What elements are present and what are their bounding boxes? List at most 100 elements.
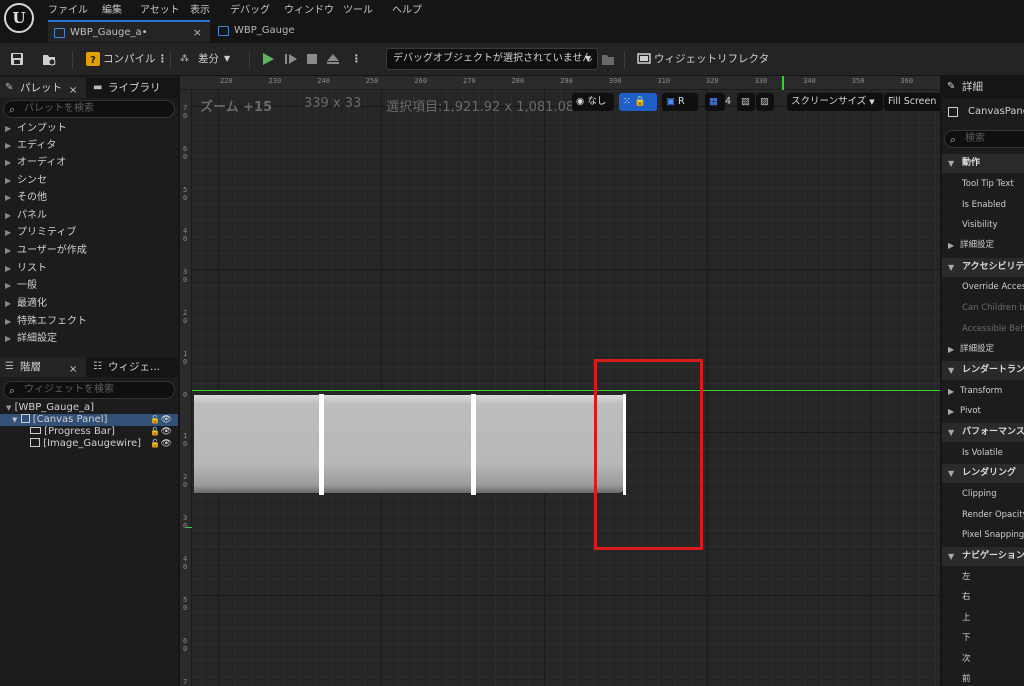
tab-hierarchy[interactable]: ☰ 階層 × bbox=[0, 357, 86, 377]
progress-bar-widget[interactable] bbox=[194, 395, 626, 493]
palette-category-editor[interactable]: ▶ エディタ bbox=[0, 137, 178, 154]
compile-options-icon[interactable]: ⋮ bbox=[157, 49, 168, 69]
palette-category-advanced[interactable]: ▶ 詳細設定 bbox=[0, 330, 178, 347]
prop-nav-right[interactable]: 右 bbox=[942, 588, 1024, 607]
tree-progress-bar-label: [Progress Bar] bbox=[44, 426, 115, 437]
details-search-input[interactable]: ⌕ 検索 bbox=[944, 130, 1024, 148]
prop-transform[interactable]: ▶ Transform bbox=[942, 382, 1024, 401]
section-navigation[interactable]: ▼ ナビゲーション bbox=[942, 547, 1024, 566]
background-icon[interactable]: ▨ bbox=[756, 93, 774, 111]
prop-nav-down[interactable]: 下 bbox=[942, 629, 1024, 648]
prop-is-volatile[interactable]: Is Volatile bbox=[942, 444, 1024, 463]
palette-search-input[interactable]: ⌕ パレットを検索 bbox=[3, 100, 175, 118]
tab-library[interactable]: ▬ ライブラリ bbox=[88, 78, 178, 98]
browse-folder-icon[interactable] bbox=[42, 52, 56, 66]
prop-override-accessible[interactable]: Override Accessible bbox=[942, 278, 1024, 297]
play-icon[interactable] bbox=[261, 52, 275, 66]
lock-icon[interactable]: 🔓 bbox=[150, 438, 160, 450]
palette-category-optimization[interactable]: ▶ 最適化 bbox=[0, 295, 178, 312]
object-name[interactable]: CanvasPanel bbox=[968, 106, 1024, 117]
debug-browse-icon[interactable] bbox=[601, 52, 615, 66]
prop-pivot[interactable]: ▶ Pivot bbox=[942, 402, 1024, 421]
chevron-down-icon[interactable]: ▼ bbox=[224, 49, 230, 69]
tab-close-icon[interactable]: × bbox=[193, 22, 202, 44]
prop-advanced[interactable]: ▶ 詳細設定 bbox=[942, 340, 1024, 359]
palette-category-list[interactable]: ▶ リスト bbox=[0, 260, 178, 277]
prop-tooltip[interactable]: Tool Tip Text bbox=[942, 175, 1024, 194]
prop-nav-up[interactable]: 上 bbox=[942, 609, 1024, 628]
menu-help[interactable]: ヘルプ bbox=[392, 1, 422, 16]
section-render-transform[interactable]: ▼ レンダートランスフォーム bbox=[942, 361, 1024, 380]
tab-widget-label: ウィジェ... bbox=[108, 361, 161, 373]
palette-category-panel[interactable]: ▶ パネル bbox=[0, 207, 178, 224]
prop-is-enabled[interactable]: Is Enabled bbox=[942, 196, 1024, 215]
debug-object-select[interactable]: デバッグオブジェクトが選択されていません ▼ bbox=[386, 48, 598, 70]
palette-category-user-created[interactable]: ▶ ユーザーが作成 bbox=[0, 242, 178, 259]
eye-icon[interactable]: 👁 bbox=[161, 426, 172, 438]
tab-wbp-gauge-a[interactable]: WBP_Gauge_a• × bbox=[48, 20, 210, 42]
prop-visibility[interactable]: Visibility bbox=[942, 216, 1024, 235]
menu-edit[interactable]: 編集 bbox=[102, 1, 122, 16]
details-tab[interactable]: ✎ 詳細 bbox=[942, 76, 1024, 98]
prop-nav-next[interactable]: 次 bbox=[942, 650, 1024, 669]
stop-icon[interactable] bbox=[305, 52, 319, 66]
tab-palette[interactable]: ✎ パレット × bbox=[0, 78, 86, 98]
grid-snap-icon[interactable]: ▦ bbox=[705, 93, 725, 111]
tree-image-gaugewire[interactable]: [Image_Gaugewire] 🔓 👁 bbox=[0, 438, 178, 450]
lock-icon[interactable]: 🔓 bbox=[150, 426, 160, 438]
close-icon[interactable]: × bbox=[69, 360, 77, 380]
menu-asset[interactable]: アセット bbox=[140, 1, 180, 16]
triangle-right-icon: ▶ bbox=[5, 211, 12, 220]
section-performance[interactable]: ▼ パフォーマンス bbox=[942, 423, 1024, 442]
prop-advanced[interactable]: ▶ 詳細設定 bbox=[942, 236, 1024, 255]
close-icon[interactable]: × bbox=[69, 81, 77, 101]
section-rendering[interactable]: ▼ レンダリング bbox=[942, 464, 1024, 483]
menu-window[interactable]: ウィンドウ bbox=[284, 1, 334, 16]
prop-nav-prev[interactable]: 前 bbox=[942, 670, 1024, 686]
section-accessibility[interactable]: ▼ アクセシビリティ bbox=[942, 258, 1024, 277]
tree-canvas-panel[interactable]: ▼ [Canvas Panel] 🔓 👁 bbox=[0, 414, 178, 426]
triangle-down-icon: ▼ bbox=[948, 469, 955, 478]
eye-icon[interactable]: 👁 bbox=[161, 414, 172, 426]
lock-icon[interactable]: 🔓 bbox=[150, 414, 160, 426]
eject-icon[interactable] bbox=[326, 52, 340, 66]
grid-snap-value[interactable]: 4 bbox=[725, 93, 736, 111]
prop-clipping[interactable]: Clipping bbox=[942, 485, 1024, 504]
save-icon[interactable] bbox=[10, 52, 24, 66]
lock-layout-toggle[interactable]: ⁙ 🔒 bbox=[619, 93, 657, 111]
unreal-logo-icon[interactable]: U bbox=[4, 3, 34, 33]
palette-category-primitive[interactable]: ▶ プリミティブ bbox=[0, 224, 178, 241]
menu-file[interactable]: ファイル bbox=[48, 1, 88, 16]
designer-canvas[interactable]: 220 230 240 250 260 270 280 290 300 310 320 330 340 3… bbox=[180, 76, 940, 686]
palette-category-synth[interactable]: ▶ シンセ bbox=[0, 172, 178, 189]
prop-render-opacity[interactable]: Render Opacity bbox=[942, 506, 1024, 525]
image-preview-icon[interactable]: ▧ bbox=[737, 93, 755, 111]
palette-category-input[interactable]: ▶ インプット bbox=[0, 120, 178, 137]
prop-nav-left[interactable]: 左 bbox=[942, 568, 1024, 587]
prop-pixel-snapping[interactable]: Pixel Snapping bbox=[942, 526, 1024, 545]
tab-widget-binding[interactable]: ☷ ウィジェ... bbox=[88, 357, 178, 377]
widget-reflector-button[interactable]: ウィジェットリフレクタ bbox=[654, 49, 769, 69]
respect-locks-toggle[interactable]: ▣ R bbox=[662, 93, 698, 111]
menu-view[interactable]: 表示 bbox=[190, 1, 210, 16]
localization-preview-button[interactable]: ◉ なし bbox=[572, 93, 614, 111]
tree-root[interactable]: ▼ [WBP_Gauge_a] bbox=[0, 402, 178, 414]
menu-tools[interactable]: ツール bbox=[343, 1, 373, 16]
screen-size-select[interactable]: スクリーンサイズ ▼ bbox=[787, 93, 883, 111]
palette-category-audio[interactable]: ▶ オーディオ bbox=[0, 154, 178, 171]
menu-debug[interactable]: デバッグ bbox=[230, 1, 270, 16]
play-options-icon[interactable]: ⋮ bbox=[351, 49, 362, 69]
palette-category-common[interactable]: ▶ 一般 bbox=[0, 277, 178, 294]
step-icon[interactable] bbox=[284, 52, 298, 66]
widget-search-input[interactable]: ⌕ ウィジェットを検索 bbox=[3, 381, 175, 399]
tree-progress-bar[interactable]: [Progress Bar] 🔓 👁 bbox=[0, 426, 178, 438]
fill-screen-select[interactable]: Fill Screen bbox=[884, 93, 940, 111]
section-behavior[interactable]: ▼ 動作 bbox=[942, 154, 1024, 173]
eye-icon[interactable]: 👁 bbox=[161, 438, 172, 450]
compile-button[interactable]: コンパイル bbox=[103, 49, 156, 69]
palette-category-misc[interactable]: ▶ その他 bbox=[0, 189, 178, 206]
image-icon bbox=[30, 438, 40, 447]
tab-wbp-gauge[interactable]: WBP_Gauge bbox=[212, 20, 372, 42]
palette-category-special-effects[interactable]: ▶ 特殊エフェクト bbox=[0, 313, 178, 330]
diff-button[interactable]: 差分 bbox=[198, 49, 219, 69]
